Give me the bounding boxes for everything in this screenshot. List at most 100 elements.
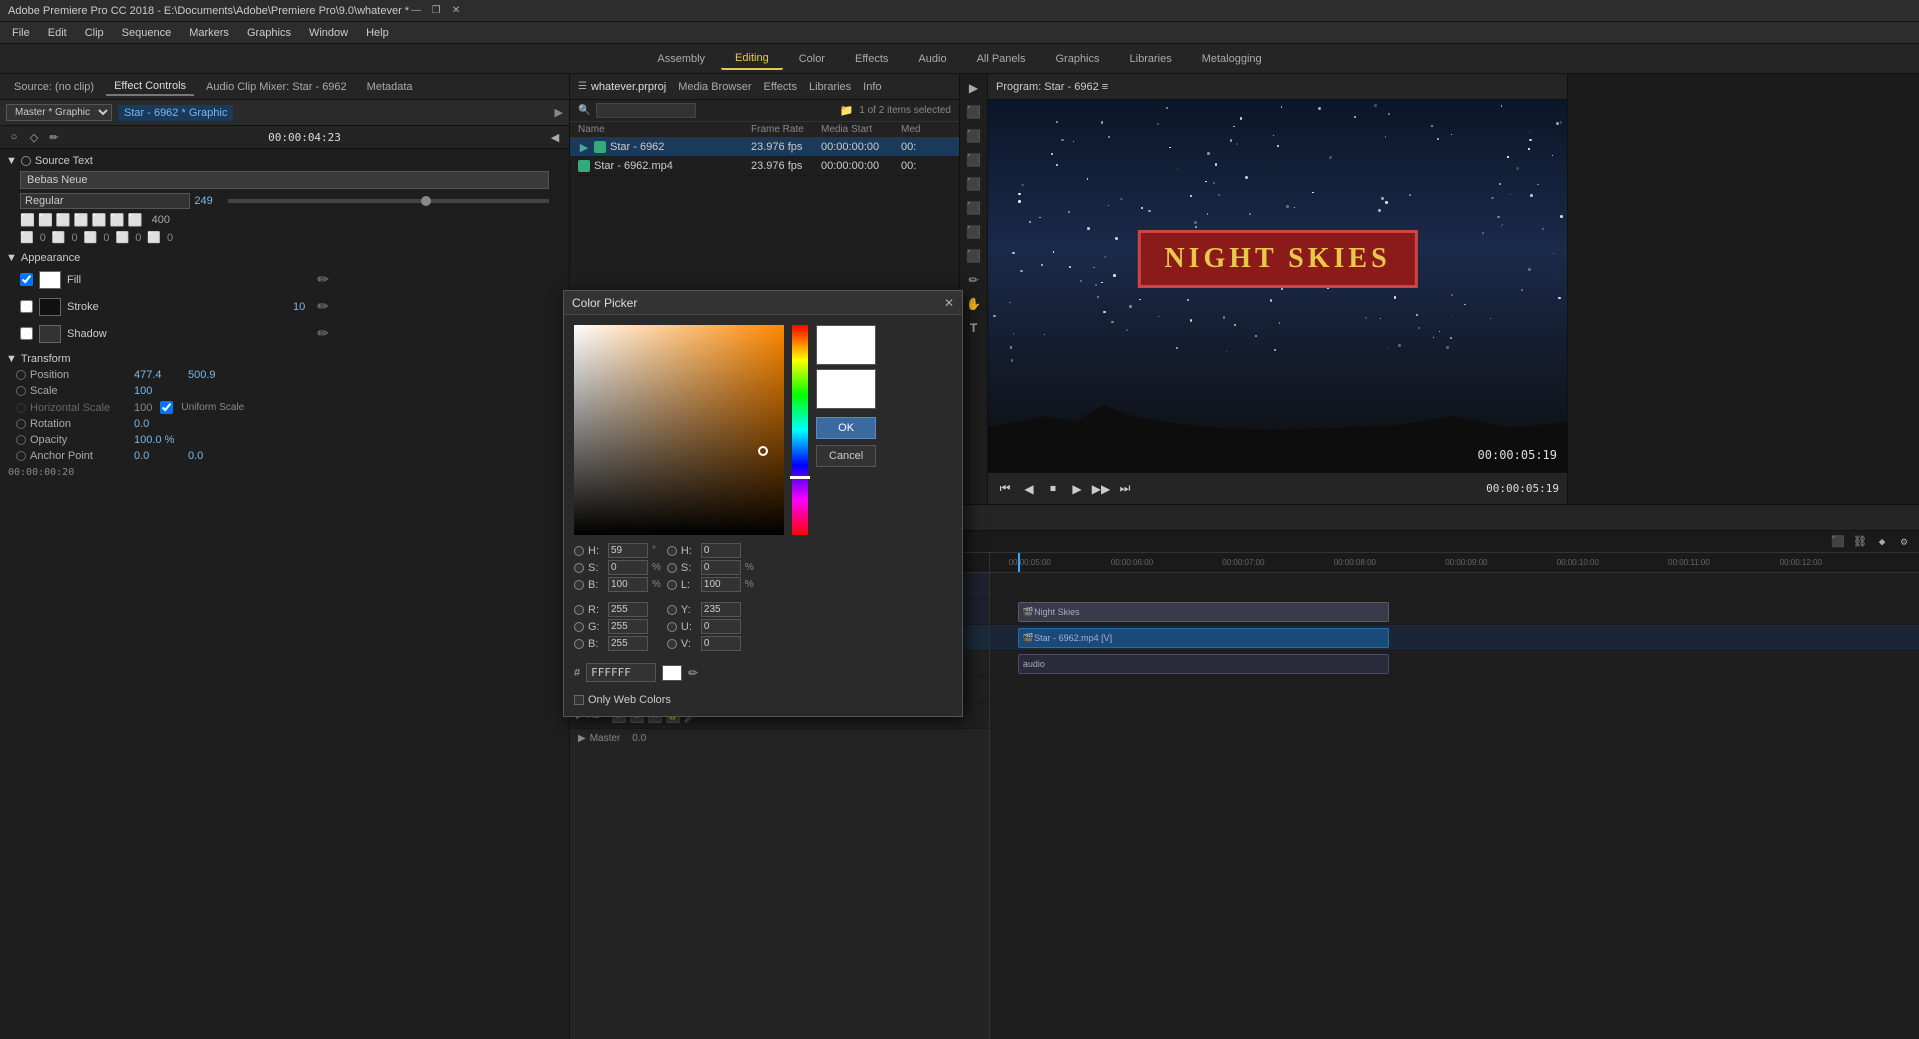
tool-hand[interactable]: ✋	[964, 294, 984, 314]
cp-s2-radio[interactable]	[667, 563, 677, 573]
font-style-field[interactable]: Regular	[20, 193, 190, 209]
shadow-swatch[interactable]	[39, 325, 61, 343]
font-name-field[interactable]: Bebas Neue	[20, 171, 549, 189]
appearance-header[interactable]: ▼ Appearance	[0, 250, 569, 266]
cp-ok-button[interactable]: OK	[816, 417, 876, 439]
cp-s-radio[interactable]	[574, 563, 584, 573]
align-center[interactable]: ⬜	[38, 213, 53, 227]
ws-tab-effects[interactable]: Effects	[841, 49, 902, 69]
tool-select[interactable]: ▶	[964, 78, 984, 98]
tab-effect-controls[interactable]: Effect Controls	[106, 78, 194, 96]
cp-r-radio[interactable]	[574, 605, 584, 615]
ws-tab-audio[interactable]: Audio	[904, 49, 960, 69]
stroke-checkbox[interactable]	[20, 300, 33, 313]
menu-edit[interactable]: Edit	[40, 25, 75, 41]
edit-btn[interactable]: ✏	[46, 129, 62, 145]
cp-g-input[interactable]	[608, 619, 648, 634]
effects-tab[interactable]: Effects	[764, 81, 797, 93]
tool-track-select[interactable]: ⬛	[964, 102, 984, 122]
collapse-btn[interactable]: ◀	[547, 129, 563, 145]
ws-tab-color[interactable]: Color	[785, 49, 839, 69]
cp-web-colors-checkbox[interactable]	[574, 695, 584, 705]
font-size-slider[interactable]	[228, 199, 549, 203]
tool-ripple[interactable]: ⬛	[964, 126, 984, 146]
star-clip[interactable]: 🎬 Star - 6962.mp4 [V]	[1018, 628, 1390, 648]
position-x[interactable]: 477.4	[134, 369, 184, 381]
restore-button[interactable]: ❐	[429, 4, 443, 18]
source-text-header[interactable]: ▼ Source Text	[0, 153, 569, 169]
cp-g-radio[interactable]	[574, 622, 584, 632]
align-mid[interactable]: ⬜	[110, 213, 125, 227]
project-search-input[interactable]	[596, 103, 696, 118]
cp-b2-radio[interactable]	[574, 639, 584, 649]
align-left[interactable]: ⬜	[20, 213, 35, 227]
audio-clip[interactable]: audio	[1018, 654, 1390, 674]
cp-v-input[interactable]	[701, 636, 741, 651]
keyframe-btn[interactable]: ◇	[26, 129, 42, 145]
cp-gradient-picker[interactable]	[574, 325, 784, 535]
menu-graphics[interactable]: Graphics	[239, 25, 299, 41]
ws-tab-assembly[interactable]: Assembly	[643, 49, 719, 69]
pm-step-back-btn[interactable]: ◀	[1020, 480, 1038, 498]
pm-rewind-btn[interactable]: ⏮	[996, 480, 1014, 498]
opacity-radio[interactable]	[16, 435, 26, 445]
tl-btn-snap[interactable]: ⬛	[1829, 533, 1847, 551]
proj-item-video[interactable]: Star - 6962.mp4 23.976 fps 00:00:00:00 0…	[570, 157, 959, 176]
scale-value[interactable]: 100	[134, 385, 152, 397]
fill-checkbox[interactable]	[20, 273, 33, 286]
tool-slide[interactable]: ⬛	[964, 246, 984, 266]
tool-type[interactable]: T	[964, 318, 984, 338]
info-tab[interactable]: Info	[863, 81, 881, 93]
menu-clip[interactable]: Clip	[77, 25, 112, 41]
menu-sequence[interactable]: Sequence	[114, 25, 180, 41]
ec-panel-close[interactable]: ▶	[555, 106, 563, 119]
cp-s2-input[interactable]	[701, 560, 741, 575]
cp-h2-input[interactable]	[701, 543, 741, 558]
align-top[interactable]: ⬜	[92, 213, 107, 227]
cp-s-input[interactable]	[608, 560, 648, 575]
pm-stop-btn[interactable]: ⏹	[1044, 480, 1062, 498]
cp-hex-input[interactable]	[586, 663, 656, 682]
minimize-button[interactable]: —	[409, 4, 423, 18]
master-selector[interactable]: Master * Graphic	[6, 104, 112, 121]
pm-play-btn[interactable]: ▶	[1068, 480, 1086, 498]
tool-razor[interactable]: ⬛	[964, 198, 984, 218]
libraries-tab[interactable]: Libraries	[809, 81, 851, 93]
tool-slip[interactable]: ⬛	[964, 222, 984, 242]
ws-tab-allpanels[interactable]: All Panels	[963, 49, 1040, 69]
eyedropper-icon[interactable]: ✏	[688, 666, 698, 680]
opacity-value[interactable]: 100.0 %	[134, 434, 174, 446]
fill-swatch[interactable]	[39, 271, 61, 289]
font-size-value[interactable]: 249	[194, 195, 224, 207]
menu-file[interactable]: File	[4, 25, 38, 41]
new-bin-icon[interactable]: 📁	[840, 104, 854, 117]
scale-radio[interactable]	[16, 386, 26, 396]
proj-item-sequence[interactable]: ▶ Star - 6962 23.976 fps 00:00:00:00 00:	[570, 138, 959, 157]
ws-tab-editing[interactable]: Editing	[721, 48, 783, 70]
cp-h-input[interactable]	[608, 543, 648, 558]
uniform-scale-checkbox[interactable]	[160, 401, 173, 414]
cp-y-input[interactable]	[701, 602, 741, 617]
anchor-x[interactable]: 0.0	[134, 450, 184, 462]
tab-source[interactable]: Source: (no clip)	[6, 79, 102, 95]
rotation-radio[interactable]	[16, 419, 26, 429]
cp-l-radio[interactable]	[667, 580, 677, 590]
tl-btn-settings[interactable]: ⚙	[1895, 533, 1913, 551]
cp-h-radio[interactable]	[574, 546, 584, 556]
night-skies-clip[interactable]: 🎬 Night Skies	[1018, 602, 1390, 622]
tool-rate[interactable]: ⬛	[964, 174, 984, 194]
reset-btn[interactable]: ○	[6, 129, 22, 145]
menu-help[interactable]: Help	[358, 25, 397, 41]
cp-y-radio[interactable]	[667, 605, 677, 615]
pm-fastfwd-btn[interactable]: ⏭	[1116, 480, 1134, 498]
shadow-pencil-icon[interactable]: ✏	[315, 323, 549, 344]
track-ruler[interactable]: 00:00:05:00 00:00:06:00 00:00:07:00 00:0…	[990, 553, 1919, 573]
playhead[interactable]	[1018, 553, 1020, 572]
align-justify[interactable]: ⬜	[74, 213, 89, 227]
tool-rolling[interactable]: ⬛	[964, 150, 984, 170]
cp-v-radio[interactable]	[667, 639, 677, 649]
cp-l-input[interactable]	[701, 577, 741, 592]
media-browser-tab[interactable]: Media Browser	[678, 81, 751, 93]
rotation-value[interactable]: 0.0	[134, 418, 149, 430]
menu-window[interactable]: Window	[301, 25, 356, 41]
